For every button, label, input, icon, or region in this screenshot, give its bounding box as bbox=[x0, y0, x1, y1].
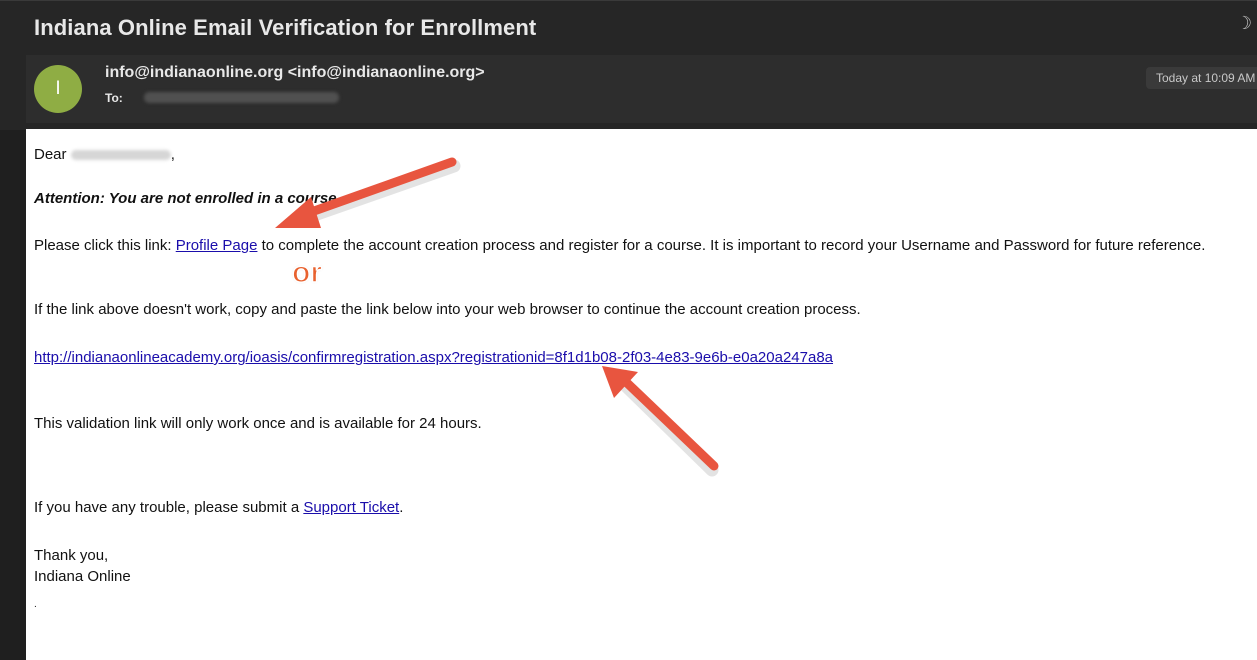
validity-text: This validation link will only work once… bbox=[34, 415, 482, 432]
from-address[interactable]: info@indianaonline.org <info@indianaonli… bbox=[105, 64, 485, 82]
profile-page-link[interactable]: Profile Page bbox=[176, 237, 258, 254]
registration-link[interactable]: http://indianaonlineacademy.org/ioasis/c… bbox=[34, 349, 833, 366]
email-subject: Indiana Online Email Verification for En… bbox=[34, 15, 537, 40]
attention-text: Attention: You are not enrolled in a cou… bbox=[34, 190, 341, 207]
email-body: Dear , Attention: You are not enrolled i… bbox=[26, 129, 1257, 660]
fallback-paragraph: If the link above doesn't work, copy and… bbox=[34, 301, 861, 318]
greeting: Dear , bbox=[34, 145, 1249, 165]
redacted-recipient bbox=[144, 92, 339, 103]
greeting-prefix: Dear bbox=[34, 146, 67, 163]
to-label: To: bbox=[105, 91, 123, 105]
trouble-suffix: . bbox=[399, 499, 404, 516]
trouble-paragraph: If you have any trouble, please submit a… bbox=[34, 498, 1249, 518]
instruction-suffix: to complete the account creation process… bbox=[257, 237, 1206, 254]
trailing-dot: . bbox=[34, 599, 37, 610]
registration-link-line: http://indianaonlineacademy.org/ioasis/c… bbox=[34, 348, 1249, 368]
signature-text: Indiana Online bbox=[34, 568, 131, 585]
redacted-name bbox=[70, 150, 171, 161]
trouble-prefix: If you have any trouble, please submit a bbox=[34, 499, 304, 516]
instruction-paragraph: Please click this link: Profile Page to … bbox=[34, 236, 1249, 256]
avatar: I bbox=[34, 65, 82, 113]
email-header: Indiana Online Email Verification for En… bbox=[0, 0, 1257, 130]
instruction-prefix: Please click this link: bbox=[34, 237, 176, 254]
moon-icon[interactable]: ☽ bbox=[1236, 13, 1252, 34]
email-date: Today at 10:09 AM bbox=[1146, 67, 1257, 89]
or-annotation: or bbox=[291, 255, 323, 290]
sender-row: I info@indianaonline.org <info@indianaon… bbox=[26, 55, 1257, 123]
thanks-text: Thank you, bbox=[34, 547, 109, 564]
greeting-suffix: , bbox=[170, 146, 175, 163]
support-ticket-link[interactable]: Support Ticket bbox=[303, 499, 399, 516]
